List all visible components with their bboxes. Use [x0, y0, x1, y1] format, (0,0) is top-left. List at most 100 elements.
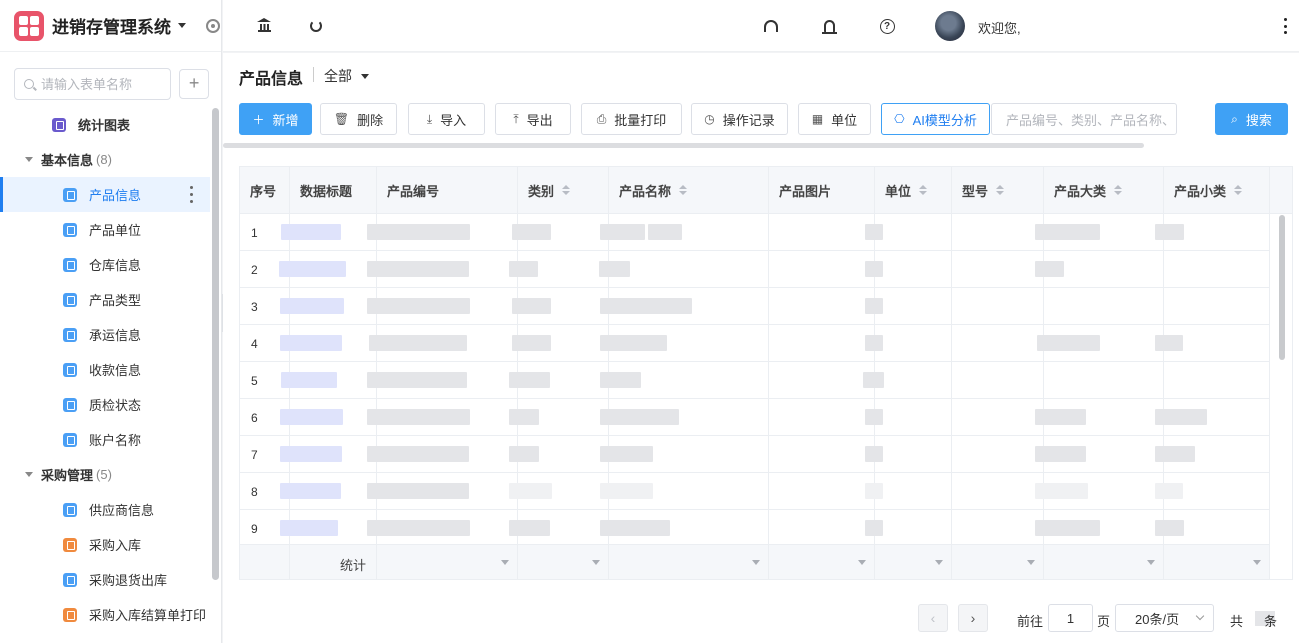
table-cell[interactable]	[875, 510, 952, 547]
table-cell[interactable]	[1164, 288, 1270, 325]
column-header-category[interactable]: 类别	[518, 167, 609, 214]
table-cell[interactable]	[875, 214, 952, 251]
sidebar-item-warehouse-info[interactable]: 仓库信息	[0, 247, 210, 282]
form-search-input[interactable]: 请输入表单名称	[14, 67, 172, 100]
table-cell[interactable]	[769, 214, 875, 251]
column-header-unit[interactable]: 单位	[875, 167, 952, 214]
table-cell[interactable]	[769, 399, 875, 436]
avatar[interactable]	[935, 11, 965, 41]
table-cell[interactable]	[952, 288, 1044, 325]
column-header-data-title[interactable]: 数据标题	[290, 167, 377, 214]
summary-cell[interactable]	[769, 545, 875, 579]
sidebar-scrollbar[interactable]	[212, 108, 219, 580]
summary-cell[interactable]	[377, 545, 518, 579]
bell-icon[interactable]	[820, 17, 838, 35]
sort-icon[interactable]	[1234, 185, 1243, 195]
table-cell[interactable]	[952, 325, 1044, 362]
summary-cell[interactable]	[952, 545, 1044, 579]
table-cell[interactable]	[952, 399, 1044, 436]
table-cell[interactable]	[769, 473, 875, 510]
sidebar-item-account-name[interactable]: 账户名称	[0, 422, 210, 457]
table-cell[interactable]	[1164, 362, 1270, 399]
sidebar-item-product-info[interactable]: 产品信息	[0, 177, 210, 212]
unit-button[interactable]: ▦ 单位	[798, 103, 871, 135]
add-form-button[interactable]: +	[179, 68, 209, 99]
table-cell[interactable]	[1044, 362, 1164, 399]
delete-button[interactable]: 🗑 删除	[320, 103, 397, 135]
app-title[interactable]: 进销存管理系统	[52, 13, 171, 38]
table-cell[interactable]	[875, 251, 952, 288]
add-button[interactable]: ＋ 新增	[239, 103, 312, 135]
sidebar-group-purchase[interactable]: 采购管理 (5)	[0, 457, 210, 492]
sidebar-item-purchase-settlement-print[interactable]: 采购入库结算单打印	[0, 597, 210, 632]
column-header-product-name[interactable]: 产品名称	[609, 167, 769, 214]
table-row[interactable]: 1	[240, 214, 1270, 251]
search-button[interactable]: ⌕ 搜索	[1215, 103, 1288, 135]
sidebar-item-stats-chart[interactable]: 统计图表	[0, 107, 210, 142]
table-scrollbar[interactable]	[1279, 215, 1285, 360]
table-row[interactable]: 5	[240, 362, 1270, 399]
table-cell[interactable]	[875, 362, 952, 399]
summary-cell[interactable]	[1044, 545, 1164, 579]
page-number-input[interactable]: 1	[1048, 604, 1093, 632]
sort-icon[interactable]	[996, 185, 1005, 195]
table-row[interactable]: 7	[240, 436, 1270, 473]
sidebar-item-product-unit[interactable]: 产品单位	[0, 212, 210, 247]
scope-dropdown[interactable]: 全部	[324, 66, 369, 86]
next-page-button[interactable]: ›	[958, 604, 988, 632]
more-menu-icon[interactable]	[1284, 18, 1288, 34]
column-header-major-category[interactable]: 产品大类	[1044, 167, 1164, 214]
sidebar-item-supplier-info[interactable]: 供应商信息	[0, 492, 210, 527]
more-options-icon[interactable]	[190, 186, 194, 203]
table-cell[interactable]	[769, 288, 875, 325]
batch-print-button[interactable]: ⎙ 批量打印	[581, 103, 682, 135]
import-button[interactable]: ⤓ 导入	[408, 103, 485, 135]
sort-icon[interactable]	[1114, 185, 1123, 195]
table-cell[interactable]	[952, 214, 1044, 251]
column-header-minor-category[interactable]: 产品小类	[1164, 167, 1270, 214]
prev-page-button[interactable]: ‹	[918, 604, 948, 632]
summary-cell[interactable]	[1164, 545, 1270, 579]
table-row[interactable]: 8	[240, 473, 1270, 510]
summary-cell[interactable]	[875, 545, 952, 579]
table-cell[interactable]	[952, 436, 1044, 473]
table-cell[interactable]	[769, 362, 875, 399]
app-switch-caret-icon[interactable]	[178, 23, 186, 28]
table-row[interactable]: 6	[240, 399, 1270, 436]
export-button[interactable]: ⤒ 导出	[495, 103, 571, 135]
sidebar-item-purchase-return[interactable]: 采购退货出库	[0, 562, 210, 597]
bank-icon[interactable]	[255, 17, 273, 35]
summary-cell[interactable]	[518, 545, 609, 579]
table-cell[interactable]	[1164, 251, 1270, 288]
table-row[interactable]: 4	[240, 325, 1270, 362]
summary-cell[interactable]	[609, 545, 769, 579]
sidebar-item-qc-status[interactable]: 质检状态	[0, 387, 210, 422]
table-cell[interactable]	[875, 436, 952, 473]
table-cell[interactable]	[769, 436, 875, 473]
table-cell[interactable]	[769, 510, 875, 547]
column-header-product-image[interactable]: 产品图片	[769, 167, 875, 214]
sort-icon[interactable]	[919, 185, 928, 195]
column-header-product-code[interactable]: 产品编号	[377, 167, 518, 214]
page-size-select[interactable]: 20条/页	[1115, 604, 1214, 632]
table-cell[interactable]	[1044, 288, 1164, 325]
table-cell[interactable]	[609, 251, 769, 288]
table-cell[interactable]	[952, 473, 1044, 510]
help-icon[interactable]: ?	[878, 17, 896, 35]
ai-analysis-button[interactable]: ⎔ AI模型分析	[881, 103, 990, 135]
refresh-icon[interactable]	[307, 17, 325, 35]
table-cell[interactable]	[875, 325, 952, 362]
sort-icon[interactable]	[679, 185, 688, 195]
operation-log-button[interactable]: ◷ 操作记录	[691, 103, 788, 135]
table-row[interactable]: 9	[240, 510, 1270, 547]
headset-icon[interactable]	[762, 17, 780, 35]
table-cell[interactable]	[875, 399, 952, 436]
gear-icon[interactable]	[206, 18, 220, 33]
table-cell[interactable]	[875, 288, 952, 325]
sidebar-item-product-type[interactable]: 产品类型	[0, 282, 210, 317]
table-cell[interactable]	[769, 325, 875, 362]
column-header-model[interactable]: 型号	[952, 167, 1044, 214]
table-cell[interactable]	[952, 510, 1044, 547]
sidebar-item-carrier-info[interactable]: 承运信息	[0, 317, 210, 352]
table-cell[interactable]	[875, 473, 952, 510]
